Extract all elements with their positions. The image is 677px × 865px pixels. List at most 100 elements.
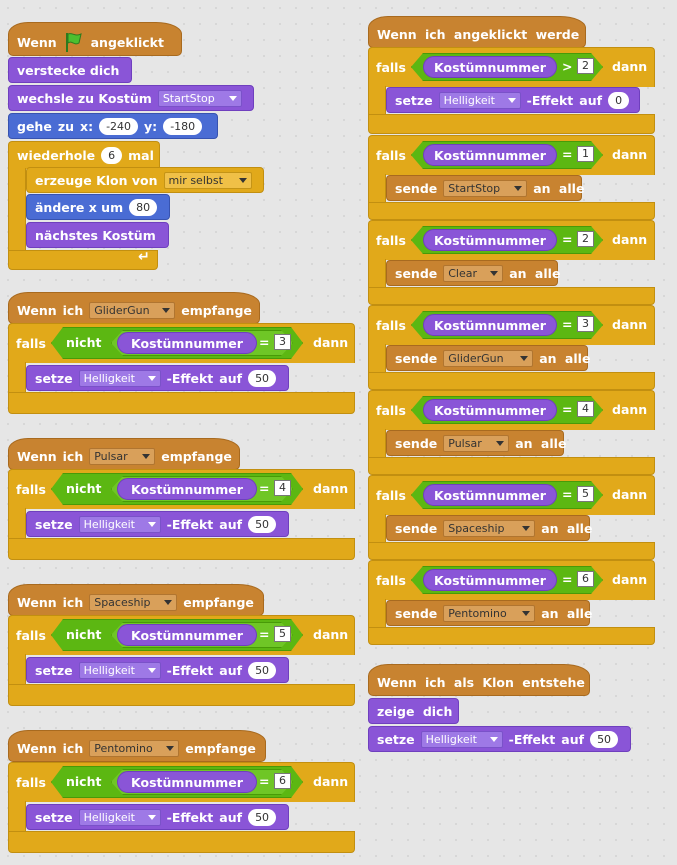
clone-target-dropdown[interactable]: mir selbst: [163, 171, 252, 189]
when-receive-hat[interactable]: Wenn ich GliderGun empfange: [8, 292, 260, 324]
message-dropdown-value: Spaceship: [448, 521, 505, 535]
if-block[interactable]: falls Kostümnummer = 3 dann: [368, 305, 655, 345]
next-costume-block[interactable]: nächstes Kostüm: [26, 222, 169, 248]
costume-number-reporter[interactable]: Kostümnummer: [117, 478, 257, 500]
costume-number-reporter[interactable]: Kostümnummer: [423, 144, 557, 166]
create-clone-block[interactable]: erzeuge Klon von mir selbst: [26, 167, 264, 193]
message-dropdown[interactable]: Pentomino: [89, 740, 180, 757]
compare-input[interactable]: 4: [577, 401, 594, 417]
effect-value-input[interactable]: 50: [248, 515, 277, 533]
if-block[interactable]: falls Kostümnummer = 4 dann: [368, 390, 655, 430]
if-block[interactable]: falls nicht Kostümnummer = 5 dann: [8, 615, 355, 655]
effect-dropdown[interactable]: Helligkeit: [78, 369, 161, 387]
if-block[interactable]: falls nicht Kostümnummer = 6 dann: [8, 762, 355, 802]
effect-dropdown[interactable]: Helligkeit: [420, 730, 503, 748]
compare-input[interactable]: 5: [274, 626, 291, 642]
broadcast-block[interactable]: sende Spaceship an alle: [386, 515, 592, 541]
compare-input[interactable]: 3: [577, 316, 594, 332]
repeat-count-input[interactable]: 6: [101, 147, 123, 164]
if-block[interactable]: falls Kostümnummer = 2 dann: [368, 220, 655, 260]
set-effect-block[interactable]: setze Helligkeit -Effekt auf 50: [26, 804, 289, 830]
effect-dropdown[interactable]: Helligkeit: [78, 661, 161, 679]
set-effect-block[interactable]: setze Helligkeit -Effekt auf 50: [26, 657, 289, 683]
compare-input[interactable]: 2: [577, 231, 594, 247]
set-effect-block[interactable]: setze Helligkeit -Effekt auf 50: [26, 511, 289, 537]
costume-dropdown[interactable]: StartStop: [157, 89, 242, 107]
costume-number-reporter[interactable]: Kostümnummer: [423, 56, 557, 78]
effect-value-input[interactable]: 50: [248, 661, 277, 679]
hide-block[interactable]: verstecke dich: [8, 57, 132, 83]
effect-dropdown[interactable]: Helligkeit: [78, 515, 161, 533]
compare-input[interactable]: 1: [577, 146, 594, 162]
message-dropdown[interactable]: Clear: [443, 264, 504, 282]
if-label: falls: [16, 482, 46, 497]
broadcast-block[interactable]: sende Clear an alle: [386, 260, 560, 286]
if-block[interactable]: falls Kostümnummer = 6 dann: [368, 560, 655, 600]
message-dropdown[interactable]: Spaceship: [443, 519, 536, 537]
chevron-down-icon: [162, 308, 171, 313]
message-dropdown[interactable]: Pentomino: [443, 604, 536, 622]
effect-value-input[interactable]: 0: [608, 91, 630, 109]
hat-when-label: Wenn: [17, 303, 57, 318]
change-x-input[interactable]: 80: [129, 198, 158, 216]
x-input[interactable]: -240: [99, 117, 139, 135]
costume-number-reporter[interactable]: Kostümnummer: [423, 229, 557, 251]
costume-number-reporter[interactable]: Kostümnummer: [117, 624, 257, 646]
set-effect-block[interactable]: setze Helligkeit -Effekt auf 50: [368, 726, 631, 752]
costume-number-reporter[interactable]: Kostümnummer: [117, 332, 257, 354]
compare-input[interactable]: 5: [577, 486, 594, 502]
when-clone-starts-hat[interactable]: Wenn ich als Klon entstehe: [368, 664, 590, 696]
when-receive-hat[interactable]: Wenn ich Spaceship empfange: [8, 584, 264, 616]
when-flag-clicked-hat[interactable]: Wenn angeklickt: [8, 22, 182, 56]
if-block[interactable]: falls nicht Kostümnummer = 3 dann: [8, 323, 355, 363]
when-receive-hat[interactable]: Wenn ich Pulsar empfange: [8, 438, 240, 470]
y-input[interactable]: -180: [163, 117, 203, 135]
then-label: dann: [313, 481, 349, 496]
set-effect-block[interactable]: setze Helligkeit -Effekt auf 0: [386, 87, 640, 113]
message-dropdown[interactable]: Pulsar: [443, 434, 510, 452]
broadcast-block[interactable]: sende GliderGun an alle: [386, 345, 590, 371]
effect-value-input[interactable]: 50: [248, 369, 277, 387]
effect-dropdown[interactable]: Helligkeit: [438, 91, 521, 109]
message-dropdown[interactable]: StartStop: [443, 179, 528, 197]
message-dropdown[interactable]: Pulsar: [89, 448, 156, 465]
when-sprite-clicked-hat[interactable]: Wenn ich angeklickt werde: [368, 16, 586, 48]
goto-xy-block[interactable]: gehe zu x: -240 y: -180: [8, 113, 218, 139]
compare-input[interactable]: 3: [274, 334, 291, 350]
effect-value-input[interactable]: 50: [248, 808, 277, 826]
costume-number-reporter[interactable]: Kostümnummer: [423, 399, 557, 421]
broadcast-block[interactable]: sende Pentomino an alle: [386, 600, 592, 626]
to-label: auf: [219, 662, 243, 678]
effect-dropdown[interactable]: Helligkeit: [78, 808, 161, 826]
to-label: auf: [219, 370, 243, 386]
costume-number-label: Kostümnummer: [131, 627, 243, 643]
costume-number-reporter[interactable]: Kostümnummer: [423, 569, 557, 591]
effect-value-input[interactable]: 50: [590, 730, 619, 748]
set-effect-block[interactable]: setze Helligkeit -Effekt auf 50: [26, 365, 289, 391]
switch-costume-block[interactable]: wechsle zu Kostüm StartStop: [8, 85, 254, 111]
if-footer: [8, 392, 355, 414]
costume-number-reporter[interactable]: Kostümnummer: [117, 771, 257, 793]
broadcast-block[interactable]: sende Pulsar an alle: [386, 430, 566, 456]
repeat-block[interactable]: wiederhole 6 mal: [8, 141, 160, 169]
when-receive-hat[interactable]: Wenn ich Pentomino empfange: [8, 730, 266, 762]
costume-number-reporter[interactable]: Kostümnummer: [423, 484, 557, 506]
costume-number-label: Kostümnummer: [131, 481, 243, 497]
if-block[interactable]: falls Kostümnummer = 5 dann: [368, 475, 655, 515]
message-dropdown[interactable]: GliderGun: [443, 349, 534, 367]
compare-input[interactable]: 6: [274, 773, 291, 789]
if-block[interactable]: falls Kostümnummer > 2 dann: [368, 47, 655, 87]
costume-number-reporter[interactable]: Kostümnummer: [423, 314, 557, 336]
compare-input[interactable]: 2: [577, 58, 594, 74]
broadcast-block[interactable]: sende StartStop an alle: [386, 175, 584, 201]
compare-input[interactable]: 6: [577, 571, 594, 587]
message-dropdown[interactable]: Spaceship: [89, 594, 178, 611]
costume-number-label: Kostümnummer: [434, 232, 546, 248]
message-dropdown[interactable]: GliderGun: [89, 302, 176, 319]
if-block[interactable]: falls nicht Kostümnummer = 4 dann: [8, 469, 355, 509]
compare-input[interactable]: 4: [274, 480, 291, 496]
show-block[interactable]: zeige dich: [368, 698, 459, 724]
if-block[interactable]: falls Kostümnummer = 1 dann: [368, 135, 655, 175]
effect-dropdown-value: Helligkeit: [443, 93, 495, 107]
change-x-block[interactable]: ändere x um 80: [26, 194, 170, 220]
